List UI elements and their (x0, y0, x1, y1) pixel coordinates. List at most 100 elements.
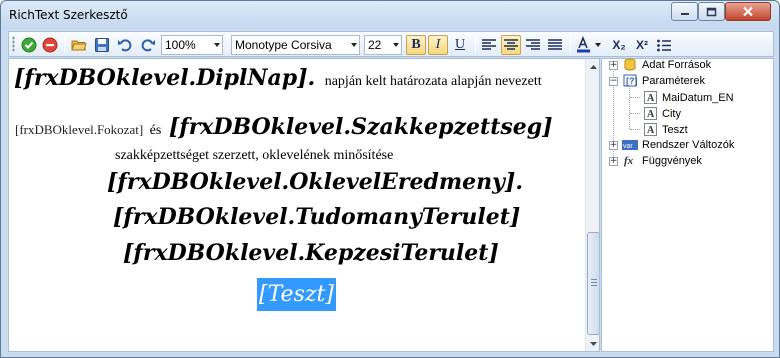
scroll-grip (591, 279, 597, 280)
tree-connector (630, 97, 640, 98)
justify-icon (548, 39, 562, 50)
align-left-icon (482, 39, 496, 50)
chevron-down-icon (393, 43, 399, 47)
open-folder-icon (71, 40, 87, 51)
zoom-select[interactable]: 100% (161, 35, 223, 55)
tree-connector (630, 129, 640, 130)
tree-label-functions: Függvények (642, 154, 702, 167)
variable-icon: var (622, 138, 638, 152)
chevron-down-icon (214, 43, 220, 47)
text-field-icon: A (642, 123, 658, 137)
font-family-value: Monotype Corsiva (235, 38, 332, 52)
text-line-7: [Teszt] (257, 278, 336, 311)
field-dipl-nap: [frxDBOklevel.DiplNap]. (14, 65, 316, 91)
font-size-select[interactable]: 22 (364, 35, 402, 55)
minimize-icon (680, 12, 689, 15)
tree-item-data-sources[interactable]: Adat Források (622, 57, 711, 72)
svg-text:var: var (623, 143, 633, 150)
text-field-icon: A (642, 91, 658, 105)
bullet-list-button[interactable] (654, 35, 674, 55)
cancel-icon (42, 37, 58, 53)
bold-icon: B (411, 37, 421, 52)
expand-data-sources-toggle[interactable]: + (609, 61, 618, 70)
justify-button[interactable] (545, 35, 565, 55)
svg-text:fx: fx (624, 155, 634, 167)
font-color-button[interactable] (575, 35, 605, 55)
underline-button[interactable]: U (450, 35, 470, 55)
close-button[interactable] (725, 2, 771, 21)
tree-item-functions[interactable]: fx Függvények (622, 153, 702, 168)
tree-label-param: Teszt (662, 123, 688, 136)
cancel-button[interactable] (40, 35, 60, 55)
svg-text:[?]: [?] (626, 76, 637, 86)
underline-icon: U (454, 37, 466, 52)
font-color-icon (577, 36, 601, 53)
expand-system-vars-toggle[interactable]: + (609, 141, 618, 150)
undo-button[interactable] (115, 35, 135, 55)
scroll-grip (591, 285, 597, 286)
tree-item-param-city[interactable]: A City (642, 106, 681, 121)
toolbar-grip[interactable] (12, 36, 15, 52)
field-tudomany-terulet: [frxDBOklevel.TudomanyTerulet] (113, 204, 521, 230)
tree-label-param: City (662, 107, 681, 120)
tree-item-system-vars[interactable]: var Rendszer Változók (622, 137, 734, 152)
svg-text:A: A (647, 125, 655, 136)
parameters-icon: [?] (622, 74, 638, 88)
subscript-button[interactable]: X₂ (609, 35, 629, 55)
maximize-icon (706, 7, 717, 16)
redo-button[interactable] (138, 35, 158, 55)
tree-connector (629, 85, 630, 129)
close-icon (743, 6, 753, 17)
open-button[interactable] (69, 35, 89, 55)
italic-icon: I (435, 37, 441, 52)
align-left-button[interactable] (479, 35, 499, 55)
svg-text:A: A (647, 109, 655, 120)
expand-functions-toggle[interactable]: + (609, 157, 618, 166)
tree-label-system-vars: Rendszer Változók (642, 138, 735, 151)
toolbar-separator (570, 36, 571, 53)
undo-icon (118, 39, 132, 52)
toolbar-separator (475, 36, 476, 53)
italic-button[interactable]: I (428, 35, 448, 55)
align-center-icon (504, 39, 518, 50)
font-size-value: 22 (368, 38, 382, 52)
minimize-button[interactable] (671, 2, 698, 21)
toolbar-separator (227, 36, 228, 53)
save-button[interactable] (92, 35, 112, 55)
superscript-button[interactable]: X² (632, 35, 652, 55)
tree-item-param-teszt[interactable]: A Teszt (642, 122, 688, 137)
editor-vertical-scrollbar[interactable] (585, 59, 599, 351)
scroll-thumb[interactable] (587, 232, 599, 335)
toolbar-separator (64, 36, 65, 53)
align-center-button[interactable] (501, 35, 521, 55)
tree-label-parameters: Paraméterek (642, 74, 705, 87)
chevron-down-icon (590, 341, 597, 346)
ok-button[interactable] (19, 35, 39, 55)
redo-icon (141, 39, 155, 52)
tree-item-param-maidatum[interactable]: A MaiDatum_EN (642, 90, 734, 105)
svg-text:A: A (647, 93, 655, 104)
maximize-button[interactable] (698, 2, 725, 21)
collapse-parameters-toggle[interactable]: − (609, 77, 618, 86)
title-bar: RichText Szerkesztő (1, 1, 779, 29)
text-field-icon: A (642, 107, 658, 121)
scroll-up-button[interactable] (586, 59, 599, 74)
field-fokozat: [frxDBOklevel.Fokozat] (15, 122, 144, 137)
tree-connector (630, 113, 640, 114)
editor-content[interactable]: [frxDBOklevel.DiplNap]. napján kelt hatá… (9, 59, 584, 351)
tree-label-data-sources: Adat Források (642, 58, 712, 71)
selected-field-teszt[interactable]: [Teszt] (257, 278, 336, 311)
tree-label-param: MaiDatum_EN (662, 91, 734, 104)
scroll-down-button[interactable] (586, 336, 599, 351)
richtext-editor[interactable]: [frxDBOklevel.DiplNap]. napján kelt hatá… (8, 58, 600, 352)
ok-icon (21, 37, 37, 53)
subscript-icon: X₂ (612, 38, 626, 52)
richtext-editor-window: RichText Szerkesztő 100% Monotype Corsiv… (0, 0, 780, 358)
text-line-3: szakképzettséget szerzett, oklevelének m… (115, 148, 394, 163)
font-family-select[interactable]: Monotype Corsiva (231, 35, 360, 55)
field-oklevel-eredmeny: [frxDBOklevel.OklevelEredmeny]. (107, 169, 523, 195)
align-right-icon (526, 39, 540, 50)
tree-item-parameters[interactable]: [?] Paraméterek (622, 73, 705, 88)
align-right-button[interactable] (523, 35, 543, 55)
bold-button[interactable]: B (406, 35, 426, 55)
